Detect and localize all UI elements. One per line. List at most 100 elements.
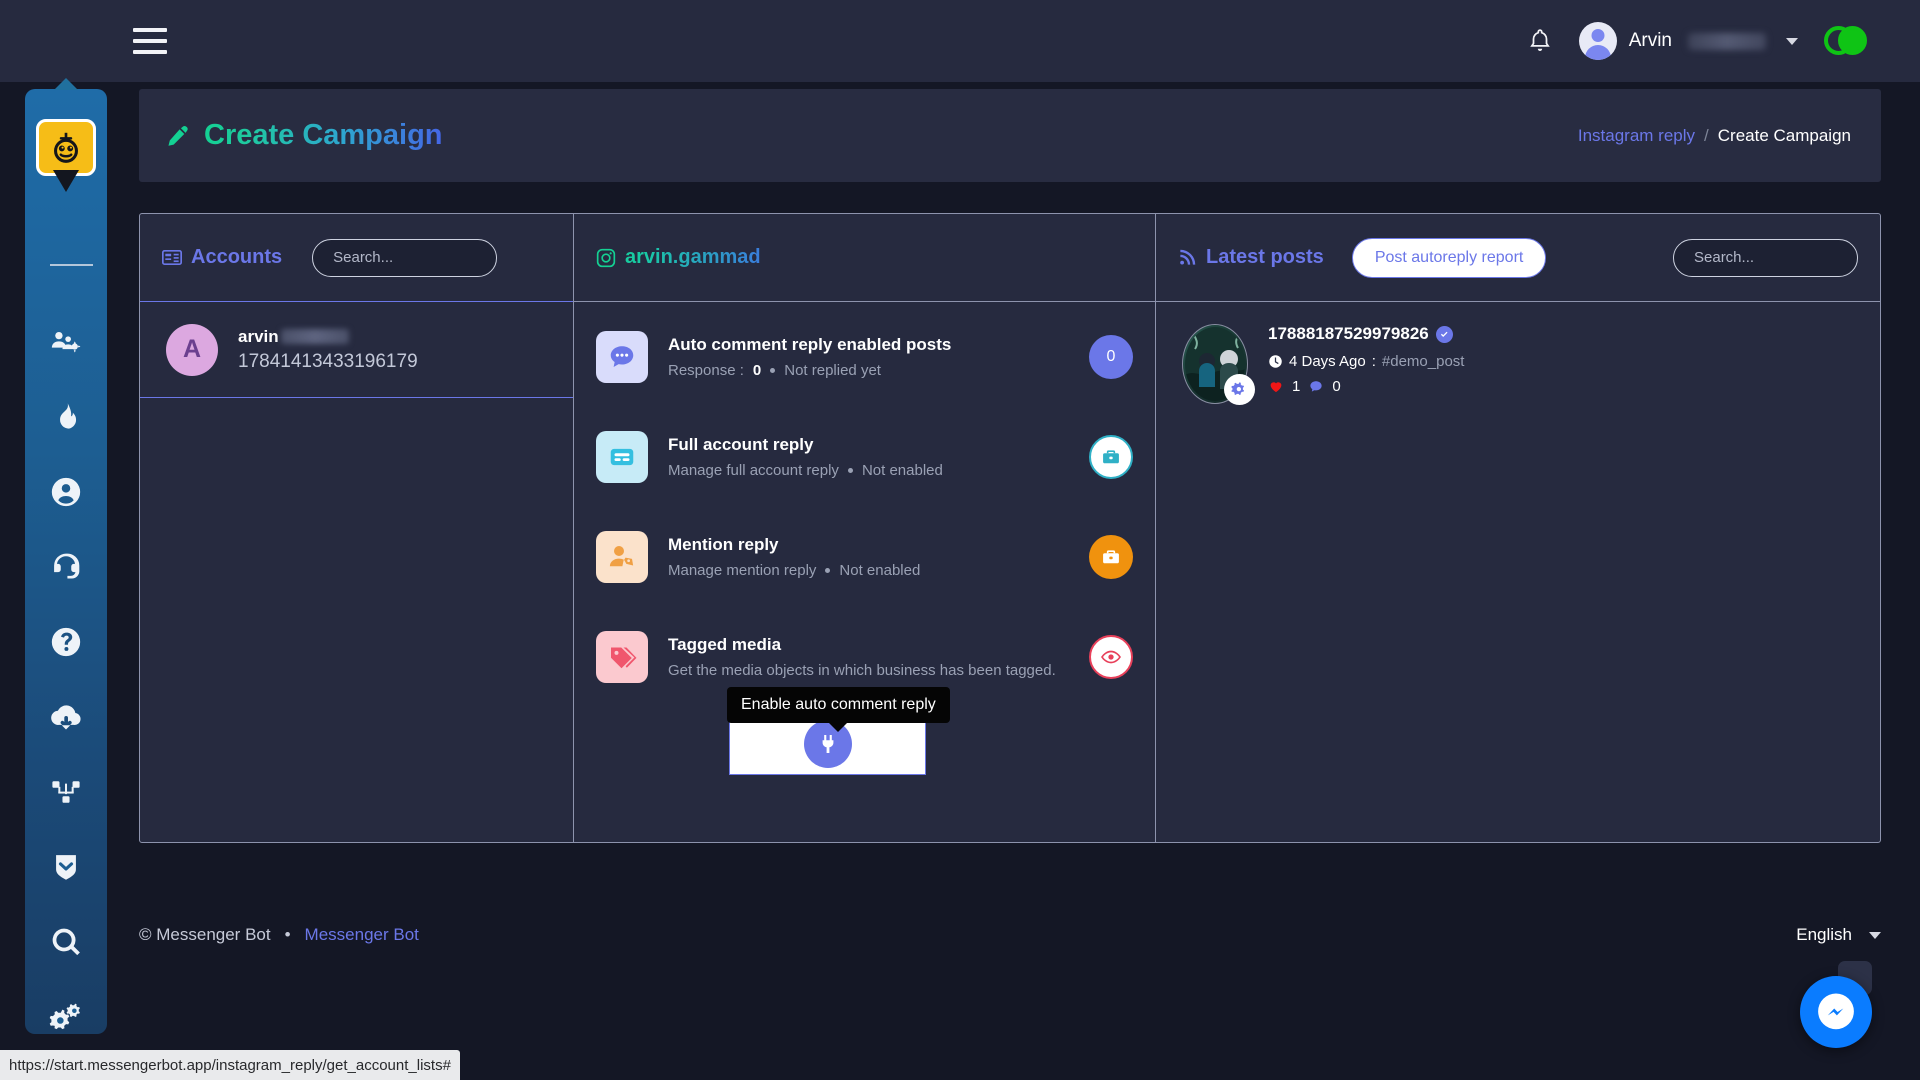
sidebar-divider — [50, 264, 93, 266]
feature-list: Auto comment reply enabled posts Respons… — [574, 302, 1155, 690]
feature-row[interactable]: Full account reply Manage full account r… — [574, 424, 1155, 490]
post-likes: 1 — [1292, 378, 1301, 395]
address-card-icon — [162, 250, 182, 265]
feature-sub-status: Not enabled — [839, 562, 921, 579]
messenger-chat-button[interactable] — [1800, 976, 1872, 1048]
post-list-item[interactable]: 17888187529979826 4 Days Ago : #demo_pos… — [1156, 302, 1880, 426]
briefcase-icon — [1103, 550, 1119, 564]
post-autoreply-report-button[interactable]: Post autoreply report — [1351, 237, 1547, 278]
footer-left: © Messenger Bot • Messenger Bot — [139, 925, 419, 945]
account-list-item[interactable]: A arvin 17841413433196179 — [140, 302, 573, 398]
footer-separator: • — [284, 925, 291, 944]
accounts-title-text: Accounts — [191, 246, 283, 268]
sidebar — [25, 89, 107, 1034]
feature-text: Tagged media Get the media objects in wh… — [668, 635, 1089, 679]
feature-sub-status: Not replied yet — [784, 362, 881, 379]
enable-auto-comment-tooltip: Enable auto comment reply — [727, 687, 950, 723]
messenger-icon — [1818, 993, 1854, 1030]
top-bar: Arvin — [0, 0, 1920, 82]
feature-title: Full account reply — [668, 435, 814, 454]
sidebar-item-sitemap[interactable] — [25, 754, 107, 829]
post-id: 17888187529979826 — [1268, 324, 1429, 343]
pen-icon — [168, 125, 188, 146]
sidebar-item-users[interactable] — [25, 304, 107, 379]
account-id: 17841413433196179 — [238, 350, 418, 372]
page-title-wrap: Create Campaign — [165, 119, 443, 152]
post-thumbnail[interactable] — [1182, 324, 1255, 405]
tagged-media-button[interactable] — [1089, 635, 1133, 679]
feature-sub-prefix: Get the media objects in which business … — [668, 662, 1056, 679]
posts-panel-header: Latest posts Post autoreply report — [1156, 214, 1880, 302]
feature-subtitle: Manage mention reply Not enabled — [668, 562, 1089, 579]
comment-dots-icon — [596, 331, 648, 383]
post-time-separator: : — [1371, 353, 1376, 370]
accounts-search-input[interactable] — [312, 238, 498, 277]
sidebar-item-help[interactable] — [25, 604, 107, 679]
feature-sub-prefix: Manage full account reply — [668, 462, 839, 479]
mention-reply-button[interactable] — [1089, 535, 1133, 579]
post-settings-button[interactable] — [1224, 374, 1255, 405]
breadcrumb-current: Create Campaign — [1717, 125, 1851, 145]
top-bar-right: Arvin — [1527, 22, 1868, 60]
breadcrumb-parent[interactable]: Instagram reply — [1578, 126, 1695, 146]
cogs-icon — [49, 1003, 80, 1029]
comment-icon — [1310, 381, 1322, 392]
messenger-bot-logo[interactable] — [36, 119, 96, 176]
features-panel-header: arvin.gammad — [574, 214, 1155, 302]
user-name-redacted — [1688, 32, 1766, 50]
breadcrumb: Instagram reply / Create Campaign — [1578, 126, 1851, 146]
sidebar-item-trending[interactable] — [25, 379, 107, 454]
shield-chevron-icon — [56, 854, 76, 880]
feature-title: Tagged media — [668, 635, 782, 654]
users-cog-icon — [51, 331, 81, 352]
feature-sub-prefix: Response : — [668, 362, 744, 379]
feature-title: Auto comment reply enabled posts — [668, 335, 952, 354]
post-meta: 4 Days Ago : #demo_post — [1268, 353, 1464, 370]
heart-icon — [1270, 382, 1282, 393]
avatar — [1578, 22, 1617, 60]
chevron-down-icon[interactable] — [1786, 37, 1798, 45]
dot-separator-icon — [770, 368, 776, 373]
id-card-icon — [596, 431, 648, 483]
cloud-download-icon — [51, 704, 81, 729]
breadcrumb-separator: / — [1704, 125, 1709, 145]
feature-row[interactable]: Tagged media Get the media objects in wh… — [574, 624, 1155, 690]
language-label: English — [1796, 925, 1852, 944]
feature-text: Auto comment reply enabled posts Respons… — [668, 335, 1089, 379]
bell-icon[interactable] — [1527, 26, 1553, 56]
sidebar-item-security[interactable] — [25, 829, 107, 904]
account-avatar: A — [166, 323, 218, 376]
feature-row[interactable]: Auto comment reply enabled posts Respons… — [574, 324, 1155, 390]
dot-separator-icon — [847, 468, 853, 473]
verified-badge-icon — [1435, 325, 1453, 343]
accounts-panel-header: Accounts — [140, 214, 573, 302]
feature-row[interactable]: Mention reply Manage mention reply Not e… — [574, 524, 1155, 590]
gear-icon — [1231, 382, 1245, 396]
posts-search-input[interactable] — [1673, 238, 1858, 277]
feature-sub-value: 0 — [752, 362, 762, 379]
language-selector[interactable]: English — [1796, 925, 1881, 945]
account-name-wrap: arvin — [238, 327, 418, 347]
headset-icon — [54, 553, 80, 578]
eye-icon — [1101, 650, 1121, 664]
sidebar-item-downloads[interactable] — [25, 679, 107, 754]
user-menu[interactable]: Arvin — [1578, 22, 1798, 60]
sidebar-item-support[interactable] — [25, 529, 107, 604]
feature-sub-status: Not enabled — [861, 462, 943, 479]
hamburger-icon[interactable] — [133, 28, 167, 54]
full-account-reply-button[interactable] — [1089, 435, 1133, 479]
auto-reply-count-badge[interactable]: 0 — [1089, 335, 1133, 379]
sidebar-item-profile[interactable] — [25, 454, 107, 529]
post-info: 17888187529979826 4 Days Ago : #demo_pos… — [1268, 324, 1464, 404]
sidebar-item-search[interactable] — [25, 904, 107, 979]
footer-copyright: © Messenger Bot — [139, 925, 271, 944]
footer-brand-link[interactable]: Messenger Bot — [305, 925, 419, 945]
post-hashtag: #demo_post — [1381, 353, 1465, 370]
feature-subtitle: Get the media objects in which business … — [668, 662, 1089, 679]
status-bar-url: https://start.messengerbot.app/instagram… — [0, 1050, 460, 1080]
footer: © Messenger Bot • Messenger Bot English — [139, 915, 1881, 955]
plug-icon — [822, 735, 833, 753]
dark-mode-toggle[interactable] — [1824, 26, 1868, 56]
sidebar-item-settings[interactable] — [25, 979, 107, 1054]
feature-title: Mention reply — [668, 535, 779, 554]
